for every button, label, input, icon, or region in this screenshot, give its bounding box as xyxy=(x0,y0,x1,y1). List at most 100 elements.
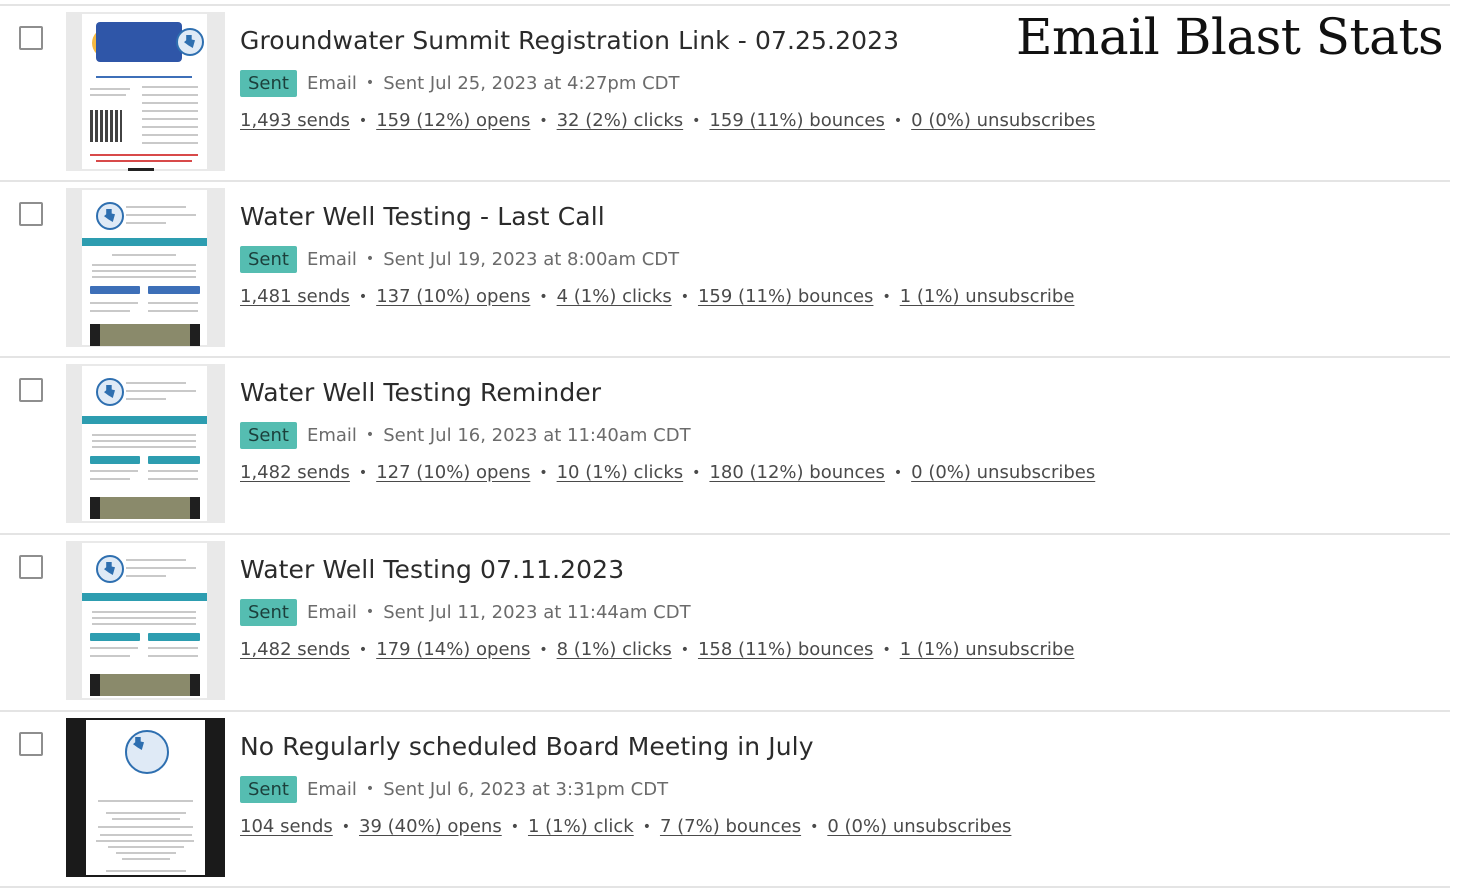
separator-dot: • xyxy=(510,818,519,835)
email-thumbnail[interactable] xyxy=(66,188,225,347)
separator-dot: • xyxy=(358,112,368,129)
status-badge: Sent xyxy=(240,598,297,626)
separator-dot: • xyxy=(539,112,548,129)
status-badge: Sent xyxy=(240,245,297,273)
separator-dot: • xyxy=(365,781,375,797)
texas-seal-icon xyxy=(96,378,124,406)
separator-dot: • xyxy=(680,288,689,305)
campaign-meta: Sent Email • Sent Jul 19, 2023 at 8:00am… xyxy=(240,244,679,274)
status-badge: Sent xyxy=(240,421,297,449)
email-thumbnail[interactable] xyxy=(66,718,225,877)
bounces-link[interactable]: 180 (12%) bounces xyxy=(709,462,884,483)
bounces-link[interactable]: 7 (7%) bounces xyxy=(660,816,801,837)
campaign-meta: Sent Email • Sent Jul 6, 2023 at 3:31pm … xyxy=(240,774,668,804)
campaign-type: Email xyxy=(306,601,357,623)
campaign-name[interactable]: No Regularly scheduled Board Meeting in … xyxy=(240,732,814,761)
campaign-type: Email xyxy=(306,72,357,94)
campaign-row[interactable]: Water Well Testing Reminder Sent Email •… xyxy=(0,356,1450,534)
unsubscribes-link[interactable]: 0 (0%) unsubscribes xyxy=(911,462,1095,483)
clicks-link[interactable]: 1 (1%) click xyxy=(528,816,634,837)
sends-link[interactable]: 1,482 sends xyxy=(240,639,350,660)
email-thumbnail[interactable] xyxy=(66,541,225,700)
select-checkbox[interactable] xyxy=(19,202,43,226)
separator-dot: • xyxy=(680,641,689,658)
select-checkbox[interactable] xyxy=(19,378,43,402)
campaign-name[interactable]: Water Well Testing - Last Call xyxy=(240,202,605,231)
campaign-name[interactable]: Water Well Testing 07.11.2023 xyxy=(240,555,624,584)
campaign-row[interactable]: Water Well Testing - Last Call Sent Emai… xyxy=(0,180,1450,358)
sent-timestamp: Sent Jul 19, 2023 at 8:00am CDT xyxy=(383,248,680,270)
separator-dot: • xyxy=(539,464,548,481)
campaign-row[interactable]: Groundwater Summit Registration Link - 0… xyxy=(0,4,1450,182)
texas-seal-icon xyxy=(125,730,169,774)
sends-link[interactable]: 1,481 sends xyxy=(240,286,350,307)
separator-dot: • xyxy=(692,464,701,481)
separator-dot: • xyxy=(642,818,651,835)
separator-dot: • xyxy=(365,604,375,620)
separator-dot: • xyxy=(365,427,375,443)
separator-dot: • xyxy=(365,75,375,91)
campaign-type: Email xyxy=(306,424,357,446)
email-thumbnail[interactable] xyxy=(66,364,225,523)
campaign-name[interactable]: Water Well Testing Reminder xyxy=(240,378,601,407)
status-badge: Sent xyxy=(240,775,297,803)
clicks-link[interactable]: 32 (2%) clicks xyxy=(557,110,684,131)
campaign-meta: Sent Email • Sent Jul 25, 2023 at 4:27pm… xyxy=(240,68,680,98)
status-badge: Sent xyxy=(240,69,297,97)
campaign-meta: Sent Email • Sent Jul 16, 2023 at 11:40a… xyxy=(240,420,691,450)
separator-dot: • xyxy=(882,288,891,305)
unsubscribes-link[interactable]: 1 (1%) unsubscribe xyxy=(900,639,1075,660)
separator-dot: • xyxy=(810,818,819,835)
separator-dot: • xyxy=(358,288,368,305)
campaign-row[interactable]: Water Well Testing 07.11.2023 Sent Email… xyxy=(0,533,1450,711)
campaign-row[interactable]: No Regularly scheduled Board Meeting in … xyxy=(0,710,1450,888)
opens-link[interactable]: 179 (14%) opens xyxy=(376,639,530,660)
separator-dot: • xyxy=(365,251,375,267)
sends-link[interactable]: 1,493 sends xyxy=(240,110,350,131)
unsubscribes-link[interactable]: 0 (0%) unsubscribes xyxy=(827,816,1011,837)
opens-link[interactable]: 39 (40%) opens xyxy=(359,816,502,837)
clicks-link[interactable]: 8 (1%) clicks xyxy=(557,639,672,660)
sent-timestamp: Sent Jul 16, 2023 at 11:40am CDT xyxy=(383,424,691,446)
separator-dot: • xyxy=(893,112,903,129)
select-checkbox[interactable] xyxy=(19,26,43,50)
separator-dot: • xyxy=(358,464,368,481)
sent-timestamp: Sent Jul 11, 2023 at 11:44am CDT xyxy=(383,601,691,623)
separator-dot: • xyxy=(539,641,548,658)
sends-link[interactable]: 104 sends xyxy=(240,816,333,837)
campaign-type: Email xyxy=(306,778,357,800)
separator-dot: • xyxy=(692,112,701,129)
clicks-link[interactable]: 4 (1%) clicks xyxy=(557,286,672,307)
campaign-stats: 1,493 sends • 159 (12%) opens • 32 (2%) … xyxy=(240,110,1095,131)
email-thumbnail[interactable] xyxy=(66,12,225,171)
campaign-stats: 1,482 sends • 179 (14%) opens • 8 (1%) c… xyxy=(240,639,1074,660)
texas-seal-icon xyxy=(96,202,124,230)
campaign-name[interactable]: Groundwater Summit Registration Link - 0… xyxy=(240,26,899,55)
campaign-meta: Sent Email • Sent Jul 11, 2023 at 11:44a… xyxy=(240,597,691,627)
campaign-stats: 1,481 sends • 137 (10%) opens • 4 (1%) c… xyxy=(240,286,1074,307)
list-bottom-divider xyxy=(0,886,1450,888)
separator-dot: • xyxy=(539,288,548,305)
opens-link[interactable]: 159 (12%) opens xyxy=(376,110,530,131)
texas-seal-icon xyxy=(176,28,204,56)
campaign-stats: 1,482 sends • 127 (10%) opens • 10 (1%) … xyxy=(240,462,1095,483)
separator-dot: • xyxy=(341,818,351,835)
bounces-link[interactable]: 158 (11%) bounces xyxy=(698,639,873,660)
clicks-link[interactable]: 10 (1%) clicks xyxy=(557,462,684,483)
separator-dot: • xyxy=(893,464,903,481)
opens-link[interactable]: 127 (10%) opens xyxy=(376,462,530,483)
campaign-type: Email xyxy=(306,248,357,270)
separator-dot: • xyxy=(358,641,368,658)
separator-dot: • xyxy=(882,641,891,658)
sent-timestamp: Sent Jul 25, 2023 at 4:27pm CDT xyxy=(383,72,680,94)
sends-link[interactable]: 1,482 sends xyxy=(240,462,350,483)
sent-timestamp: Sent Jul 6, 2023 at 3:31pm CDT xyxy=(383,778,669,800)
unsubscribes-link[interactable]: 1 (1%) unsubscribe xyxy=(900,286,1075,307)
opens-link[interactable]: 137 (10%) opens xyxy=(376,286,530,307)
select-checkbox[interactable] xyxy=(19,555,43,579)
unsubscribes-link[interactable]: 0 (0%) unsubscribes xyxy=(911,110,1095,131)
select-checkbox[interactable] xyxy=(19,732,43,756)
bounces-link[interactable]: 159 (11%) bounces xyxy=(709,110,884,131)
bounces-link[interactable]: 159 (11%) bounces xyxy=(698,286,873,307)
campaign-stats: 104 sends • 39 (40%) opens • 1 (1%) clic… xyxy=(240,816,1011,837)
